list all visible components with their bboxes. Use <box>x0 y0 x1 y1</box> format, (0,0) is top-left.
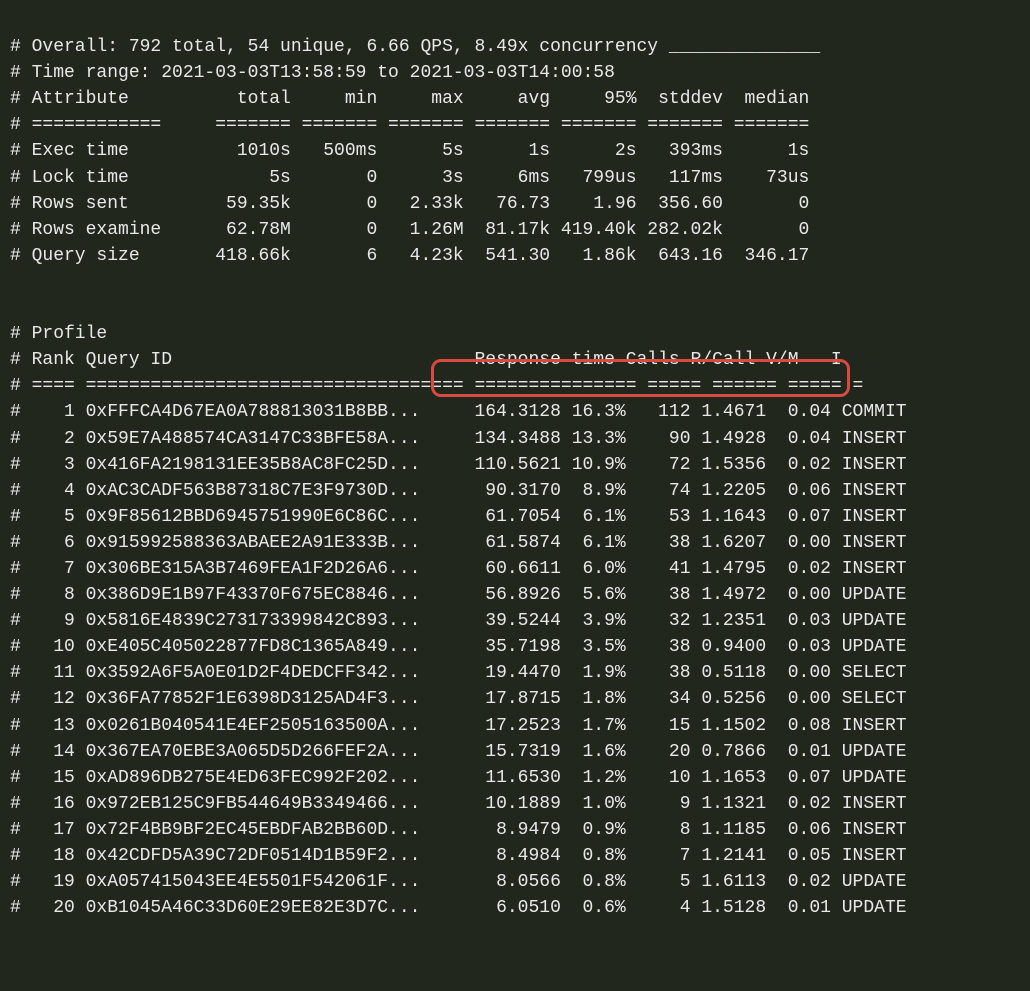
profile-row: # 17 0x72F4BB9BF2EC45EBDFAB2BB60D... 8.9… <box>10 820 907 840</box>
profile-row: # 8 0x386D9E1B97F43370F675EC8846... 56.8… <box>10 585 907 605</box>
profile-row: # 18 0x42CDFD5A39C72DF0514D1B59F2... 8.4… <box>10 846 907 866</box>
profile-row: # 15 0xAD896DB275E4ED63FEC992F202... 11.… <box>10 768 907 788</box>
summary-overall-line: # Overall: 792 total, 54 unique, 6.66 QP… <box>10 37 820 57</box>
summary-time-range-line: # Time range: 2021-03-03T13:58:59 to 202… <box>10 63 615 83</box>
terminal-output: # Overall: 792 total, 54 unique, 6.66 QP… <box>0 0 1010 991</box>
profile-row: # 4 0xAC3CADF563B87318C7E3F9730D... 90.3… <box>10 481 907 501</box>
profile-row: # 11 0x3592A6F5A0E01D2F4DEDCFF342... 19.… <box>10 663 907 683</box>
attributes-header: # Attribute total min max avg 95% stddev… <box>10 89 809 109</box>
profile-row: # 19 0xA057415043EE4E5501F542061F... 8.0… <box>10 872 907 892</box>
attribute-row: # Lock time 5s 0 3s 6ms 799us 117ms 73us <box>10 168 809 188</box>
profile-row: # 12 0x36FA77852F1E6398D3125AD4F3... 17.… <box>10 689 907 709</box>
profile-row: # 16 0x972EB125C9FB544649B3349466... 10.… <box>10 794 907 814</box>
profile-columns-header: # Rank Query ID Response time Calls R/Ca… <box>10 350 842 370</box>
attribute-row: # Query size 418.66k 6 4.23k 541.30 1.86… <box>10 246 809 266</box>
attribute-row: # Exec time 1010s 500ms 5s 1s 2s 393ms 1… <box>10 141 809 161</box>
profile-row: # 10 0xE405C405022877FD8C1365A849... 35.… <box>10 637 907 657</box>
profile-row: # 6 0x915992588363ABAEE2A91E333B... 61.5… <box>10 533 907 553</box>
profile-row: # 5 0x9F85612BBD6945751990E6C86C... 61.7… <box>10 507 907 527</box>
attributes-divider: # ============ ======= ======= ======= =… <box>10 115 809 135</box>
profile-row: # 20 0xB1045A46C33D60E29EE82E3D7C... 6.0… <box>10 898 907 918</box>
attribute-row: # Rows sent 59.35k 0 2.33k 76.73 1.96 35… <box>10 194 809 214</box>
profile-row: # 9 0x5816E4839C273173399842C893... 39.5… <box>10 611 907 631</box>
profile-row: # 14 0x367EA70EBE3A065D5D266FEF2A... 15.… <box>10 742 907 762</box>
profile-row: # 13 0x0261B040541E4EF2505163500A... 17.… <box>10 716 907 736</box>
profile-row: # 7 0x306BE315A3B7469FEA1F2D26A6... 60.6… <box>10 559 907 579</box>
profile-row: # 3 0x416FA2198131EE35B8AC8FC25D... 110.… <box>10 455 907 475</box>
profile-section-header: # Profile <box>10 324 107 344</box>
profile-row: # 2 0x59E7A488574CA3147C33BFE58A... 134.… <box>10 429 907 449</box>
profile-divider: # ==== =================================… <box>10 376 863 396</box>
attribute-row: # Rows examine 62.78M 0 1.26M 81.17k 419… <box>10 220 809 240</box>
profile-row: # 1 0xFFFCA4D67EA0A788813031B8BB... 164.… <box>10 402 907 422</box>
